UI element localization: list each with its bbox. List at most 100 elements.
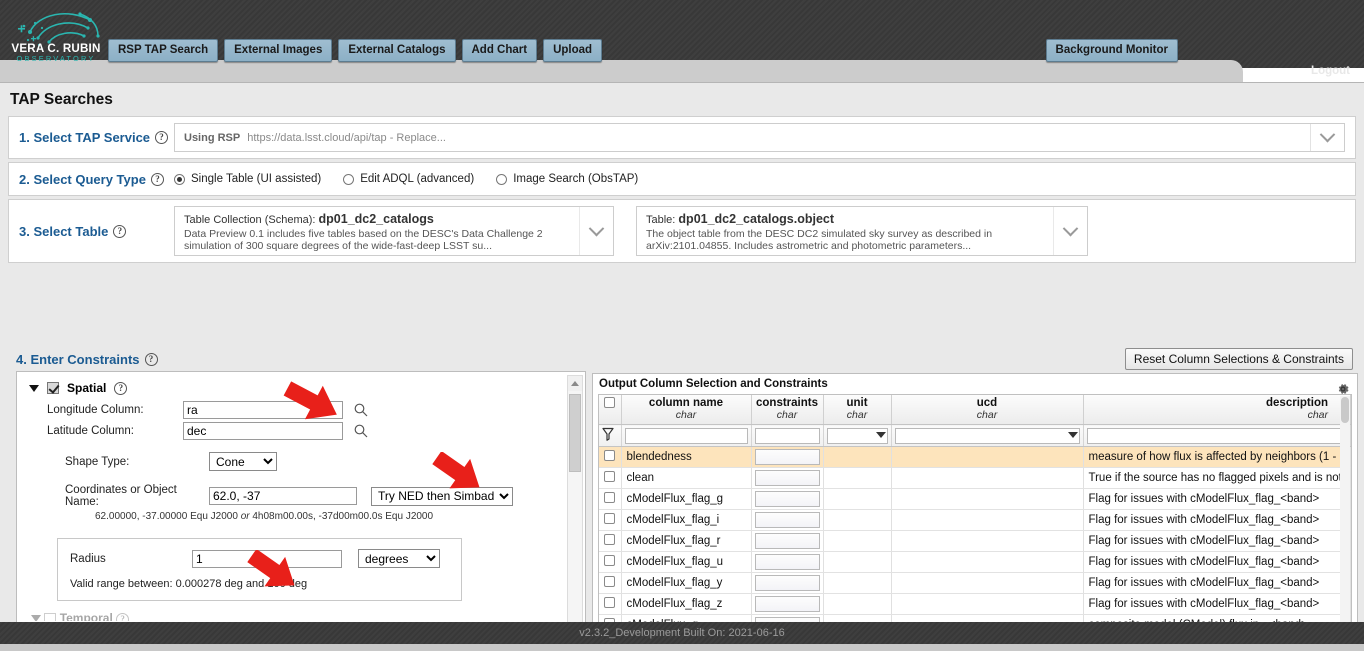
rubin-observatory-logo: VERA C. RUBIN OBSERVATORY bbox=[8, 4, 104, 62]
row-select-checkbox[interactable] bbox=[604, 576, 616, 587]
shape-type-select[interactable]: ConeElliptical ConeBoxPolygonMulti Objec… bbox=[209, 452, 277, 471]
cell-unit bbox=[823, 530, 892, 552]
filter-icon[interactable] bbox=[602, 427, 618, 444]
page-title: TAP Searches bbox=[10, 91, 113, 108]
chevron-down-icon-filter-unit[interactable] bbox=[875, 431, 886, 438]
constraints-scroll-thumb[interactable] bbox=[569, 394, 581, 472]
table-vertical-scrollbar[interactable] bbox=[1340, 396, 1350, 635]
select-all-checkbox[interactable] bbox=[604, 397, 616, 408]
coordinates-input[interactable] bbox=[209, 487, 357, 505]
radio-edit-adql-dot[interactable] bbox=[343, 173, 355, 185]
table-row[interactable]: blendedness measure of how flux is affect… bbox=[599, 446, 1351, 468]
filter-column-name-cell bbox=[621, 424, 752, 447]
filter-description-input[interactable] bbox=[1086, 427, 1347, 444]
constraint-input[interactable] bbox=[754, 512, 820, 528]
nav-upload[interactable]: Upload bbox=[543, 39, 603, 62]
search-icon-latitude[interactable] bbox=[353, 423, 369, 439]
constraints-vertical-scrollbar[interactable] bbox=[567, 375, 583, 651]
header-ucd[interactable]: ucd char bbox=[891, 395, 1084, 425]
radio-image-search-dot[interactable] bbox=[496, 173, 508, 185]
header-unit[interactable]: unit char bbox=[823, 395, 892, 425]
table-collection-select[interactable]: Table Collection (Schema): dp01_dc2_cata… bbox=[174, 206, 614, 256]
output-column-table-wrapper: column name char constraints char unit c… bbox=[598, 394, 1352, 650]
table-row[interactable]: cModelFlux_flag_g Flag for issues with cM… bbox=[599, 488, 1351, 510]
header-column-name[interactable]: column name char bbox=[621, 395, 752, 425]
radius-input[interactable] bbox=[192, 549, 342, 568]
chevron-down-icon-table[interactable] bbox=[1053, 207, 1087, 255]
row-select-checkbox[interactable] bbox=[604, 450, 616, 461]
cell-constraints bbox=[751, 467, 824, 489]
chevron-down-icon-collection[interactable] bbox=[579, 207, 613, 255]
expand-collapse-triangle-icon[interactable] bbox=[29, 384, 39, 392]
cell-unit bbox=[823, 551, 892, 573]
radio-image-search[interactable]: Image Search (ObsTAP) bbox=[496, 173, 638, 185]
chevron-down-icon-tap-service[interactable] bbox=[1310, 124, 1344, 151]
filter-constraints-input[interactable] bbox=[754, 427, 820, 444]
longitude-column-input[interactable] bbox=[183, 401, 343, 419]
table-select[interactable]: Table: dp01_dc2_catalogs.object The obje… bbox=[636, 206, 1088, 256]
nav-external-catalogs[interactable]: External Catalogs bbox=[338, 39, 456, 62]
tap-service-select[interactable]: Using RSP https://data.lsst.cloud/api/ta… bbox=[174, 123, 1345, 152]
help-icon-spatial[interactable]: ? bbox=[114, 381, 128, 395]
cell-unit bbox=[823, 572, 892, 594]
radius-unit-select[interactable]: degreesarcminarcsec bbox=[358, 549, 440, 568]
nav-add-chart[interactable]: Add Chart bbox=[461, 39, 538, 62]
search-icon-longitude[interactable] bbox=[353, 402, 369, 418]
filter-column-name-input[interactable] bbox=[624, 427, 748, 444]
table-row[interactable]: cModelFlux_flag_y Flag for issues with cM… bbox=[599, 572, 1351, 594]
row-select-checkbox[interactable] bbox=[604, 471, 616, 482]
gear-icon-table-options[interactable] bbox=[1336, 382, 1350, 399]
reset-column-selections-button[interactable]: Reset Column Selections & Constraints bbox=[1124, 348, 1353, 370]
row-select-checkbox[interactable] bbox=[604, 534, 616, 545]
row-select-checkbox[interactable] bbox=[604, 513, 616, 524]
help-icon-step4[interactable]: ? bbox=[144, 353, 158, 366]
table-row[interactable]: cModelFlux_flag_i Flag for issues with cM… bbox=[599, 509, 1351, 531]
table-collection-prefix: Table Collection (Schema): bbox=[184, 214, 316, 226]
step-4-label-text: 4. Enter Constraints bbox=[16, 352, 140, 367]
table-filter-row bbox=[599, 424, 1351, 447]
latitude-column-label: Latitude Column: bbox=[47, 425, 134, 437]
object-resolver-select[interactable]: Try NED then SimbadTry Simbad then NEDNE… bbox=[371, 486, 513, 506]
row-select-checkbox[interactable] bbox=[604, 555, 616, 566]
nav-external-images[interactable]: External Images bbox=[224, 39, 333, 62]
latitude-column-input[interactable] bbox=[183, 422, 343, 440]
scroll-up-arrow-icon[interactable] bbox=[568, 376, 582, 391]
constraint-input[interactable] bbox=[754, 554, 820, 570]
table-value: dp01_dc2_catalogs.object bbox=[678, 212, 835, 226]
table-row[interactable]: cModelFlux_flag_u Flag for issues with cM… bbox=[599, 551, 1351, 573]
header-description[interactable]: description char bbox=[1083, 395, 1351, 425]
table-vertical-scroll-thumb[interactable] bbox=[1341, 397, 1349, 423]
filter-ucd-input[interactable] bbox=[894, 427, 1080, 444]
radius-valid-range-note: Valid range between: 0.000278 deg and 10… bbox=[70, 578, 308, 590]
table-row[interactable]: cModelFlux_flag_r Flag for issues with cM… bbox=[599, 530, 1351, 552]
constraint-input[interactable] bbox=[754, 491, 820, 507]
logout-link[interactable]: Logout bbox=[1311, 65, 1350, 77]
row-select-checkbox[interactable] bbox=[604, 492, 616, 503]
banner-tab-shape bbox=[0, 60, 1243, 82]
header-unit-text: unit bbox=[846, 397, 868, 409]
table-row[interactable]: clean True if the source has no flagged p… bbox=[599, 467, 1351, 489]
radio-single-table-dot[interactable] bbox=[174, 173, 185, 185]
row-select-cell bbox=[599, 467, 622, 489]
constraint-input[interactable] bbox=[754, 449, 820, 465]
radio-edit-adql[interactable]: Edit ADQL (advanced) bbox=[343, 173, 474, 185]
step-3-label: 3. Select Table ? bbox=[19, 224, 174, 239]
table-row[interactable]: cModelFlux_flag_z Flag for issues with cM… bbox=[599, 593, 1351, 615]
spatial-enabled-checkbox[interactable] bbox=[47, 382, 59, 394]
constraint-input[interactable] bbox=[754, 533, 820, 549]
help-icon-step2[interactable]: ? bbox=[150, 172, 164, 186]
constraint-input[interactable] bbox=[754, 575, 820, 591]
nav-rsp-tap-search[interactable]: RSP TAP Search bbox=[108, 39, 219, 62]
chevron-down-icon-filter-ucd[interactable] bbox=[1067, 431, 1078, 438]
background-monitor-button[interactable]: Background Monitor bbox=[1045, 39, 1178, 62]
step-2-label: 2. Select Query Type ? bbox=[19, 172, 174, 187]
table-collection-line: Table Collection (Schema): dp01_dc2_cata… bbox=[184, 212, 573, 226]
row-select-checkbox[interactable] bbox=[604, 597, 616, 608]
filter-description-cell bbox=[1083, 424, 1351, 447]
header-constraints[interactable]: constraints char bbox=[751, 395, 824, 425]
radio-single-table[interactable]: Single Table (UI assisted) bbox=[174, 173, 321, 185]
constraint-input[interactable] bbox=[754, 596, 820, 612]
help-icon-step1[interactable]: ? bbox=[155, 131, 169, 144]
constraint-input[interactable] bbox=[754, 470, 820, 486]
help-icon-step3[interactable]: ? bbox=[113, 224, 127, 238]
